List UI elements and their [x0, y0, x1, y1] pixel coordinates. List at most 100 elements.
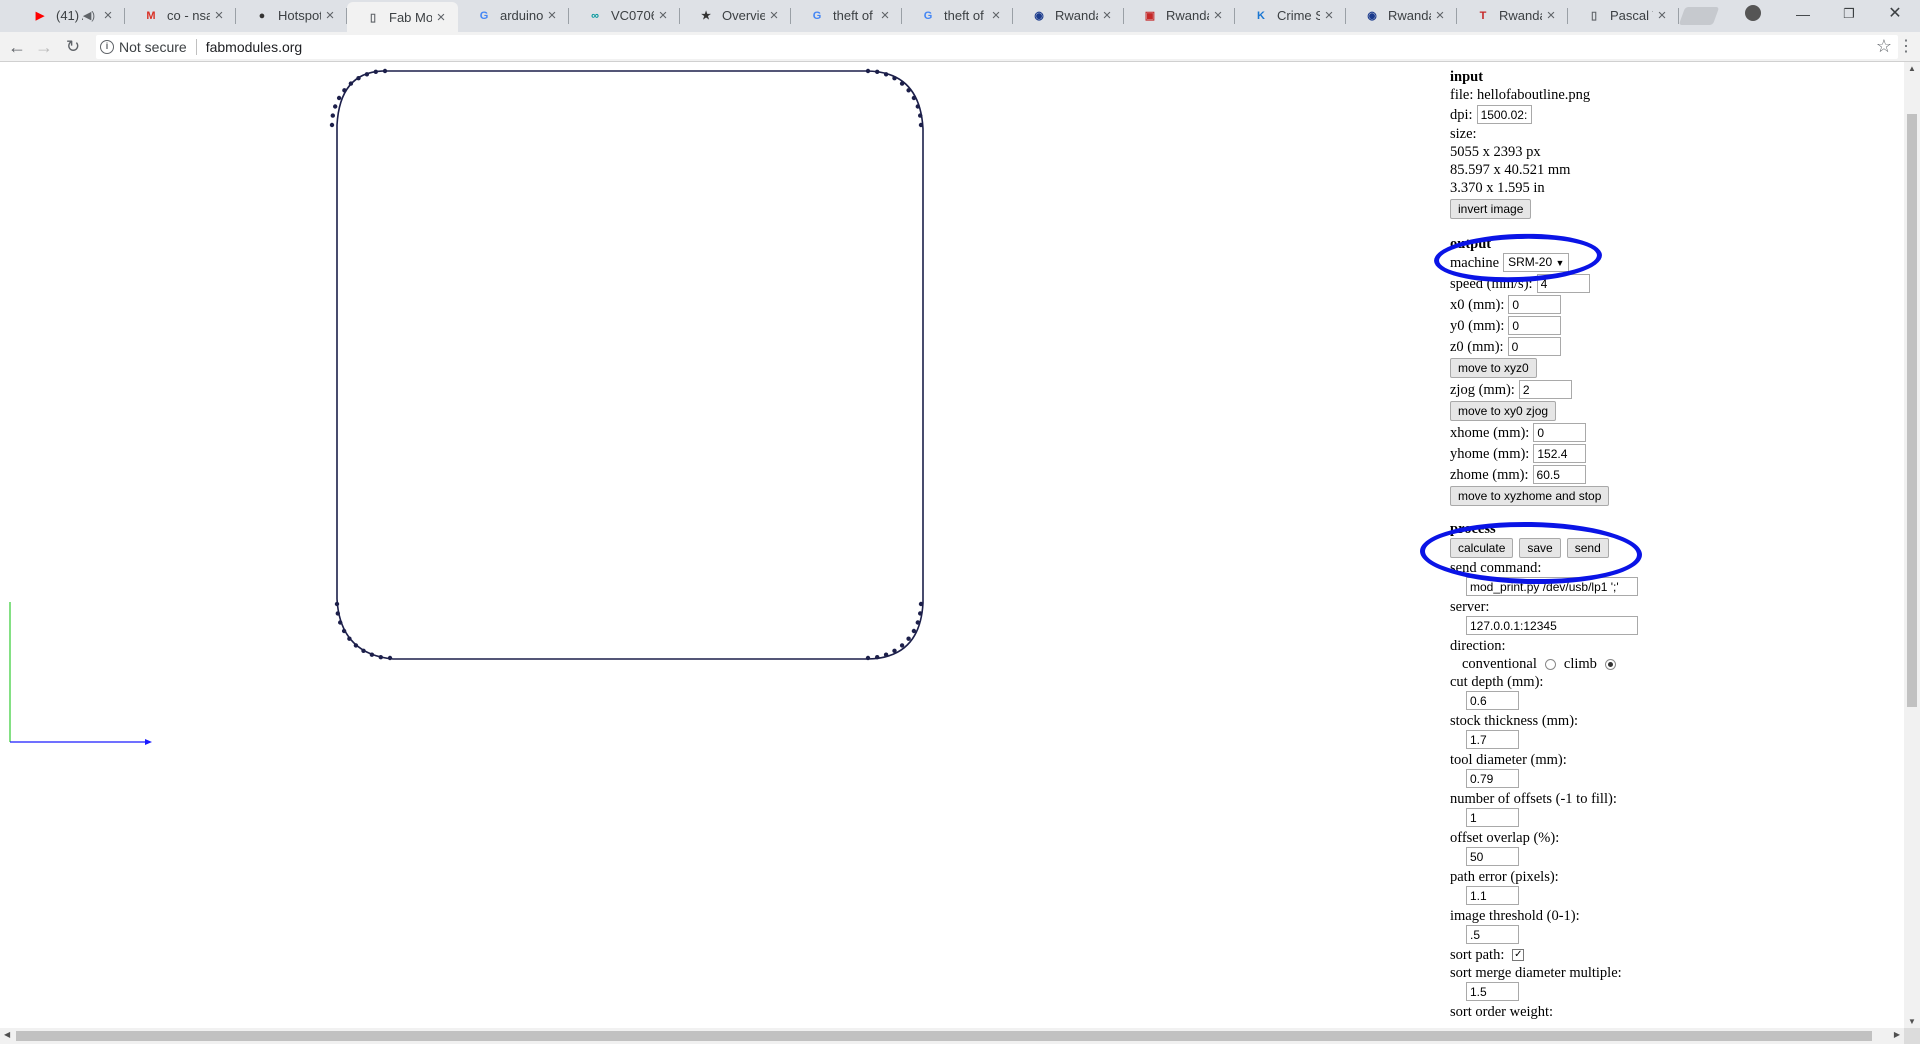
conventional-radio[interactable] [1544, 658, 1556, 670]
path-error-input[interactable] [1466, 886, 1519, 905]
offsets-label: number of offsets (-1 to fill): [1450, 791, 1617, 807]
path-direction-marker [865, 68, 871, 74]
speaker-icon[interactable]: ◀) [83, 9, 95, 22]
scroll-left-icon[interactable]: ◀ [4, 1030, 10, 1039]
browser-tab[interactable]: ▶ (41) A◀) × [14, 0, 125, 31]
sort-merge-label: sort merge diameter multiple: [1450, 965, 1622, 981]
back-button[interactable]: ← [5, 35, 29, 59]
browser-tab[interactable]: Garduino r× [458, 0, 569, 31]
server-input[interactable] [1466, 616, 1638, 635]
calculate-button[interactable]: calculate [1450, 538, 1514, 558]
path-direction-marker [330, 113, 335, 118]
browser-tab[interactable]: ▯ Pascal Tra× [1568, 0, 1679, 31]
path-direction-marker [353, 643, 359, 648]
cut-depth-input[interactable] [1466, 691, 1519, 710]
browser-tab[interactable]: ◉ Rwanda p× [1346, 0, 1457, 31]
browser-tab[interactable]: T Rwanda p× [1457, 0, 1568, 31]
tab-close-icon[interactable]: × [432, 9, 450, 26]
speed-input[interactable] [1536, 274, 1590, 293]
browser-tab[interactable]: K Crime Sta× [1235, 0, 1346, 31]
path-direction-marker [361, 648, 366, 653]
machine-select[interactable]: SRM-20 ▼ [1503, 253, 1570, 272]
tab-close-icon[interactable]: × [210, 7, 228, 24]
threshold-input[interactable] [1466, 925, 1519, 944]
minimize-button[interactable]: — [1780, 0, 1826, 28]
z0-input[interactable] [1507, 337, 1561, 356]
browser-tab[interactable]: ▯ Fab Modu× [347, 2, 458, 32]
vertical-scrollbar[interactable]: ▲ ▼ [1904, 62, 1920, 1028]
machine-row: machine SRM-20 ▼ [1450, 253, 1710, 272]
tab-close-icon[interactable]: × [1542, 7, 1560, 24]
bookmark-star-icon[interactable]: ☆ [1876, 36, 1892, 57]
stock-thickness-input[interactable] [1466, 730, 1519, 749]
direction-label: direction: [1450, 638, 1506, 654]
browser-tab[interactable]: ▣ Rwanda a× [1124, 0, 1235, 31]
browser-tab[interactable]: Gtheft of v× [902, 0, 1013, 31]
zjog-input[interactable] [1518, 380, 1572, 399]
scroll-down-icon[interactable]: ▼ [1904, 1017, 1920, 1026]
climb-label: climb [1563, 656, 1597, 672]
zjog-label: zjog (mm): [1450, 381, 1515, 398]
horizontal-scroll-thumb[interactable] [16, 1031, 1872, 1041]
tab-close-icon[interactable]: × [765, 7, 783, 24]
overlap-input[interactable] [1466, 847, 1519, 866]
tool-diameter-input[interactable] [1466, 769, 1519, 788]
tab-close-icon[interactable]: × [1209, 7, 1227, 24]
sort-merge-input[interactable] [1466, 982, 1519, 1001]
save-button[interactable]: save [1519, 538, 1561, 558]
offsets-input[interactable] [1466, 808, 1519, 827]
maximize-button[interactable]: ❐ [1826, 0, 1872, 28]
browser-tab[interactable]: ● Hotspot × [236, 0, 347, 31]
path-direction-marker [906, 636, 911, 641]
security-label[interactable]: Not secure [119, 39, 187, 55]
x0-input[interactable] [1508, 295, 1562, 314]
yhome-input[interactable] [1533, 444, 1587, 463]
scroll-up-icon[interactable]: ▲ [1904, 64, 1920, 73]
path-direction-marker [378, 655, 383, 660]
profile-icon[interactable] [1745, 5, 1761, 21]
url-text[interactable]: fabmodules.org [206, 39, 303, 55]
send-button[interactable]: send [1566, 538, 1609, 558]
move-to-xyz0-button[interactable]: move to xyz0 [1450, 358, 1537, 378]
direction-row: conventional climb [1450, 655, 1710, 673]
tool-diameter-label: tool diameter (mm): [1450, 752, 1567, 768]
star-icon: ★ [701, 10, 711, 22]
tab-close-icon[interactable]: × [987, 7, 1005, 24]
send-command-input[interactable] [1466, 577, 1638, 596]
dpi-input[interactable] [1476, 105, 1532, 124]
tab-close-icon[interactable]: × [99, 7, 117, 24]
tab-close-icon[interactable]: × [1653, 7, 1671, 24]
info-icon[interactable]: i [100, 40, 114, 54]
address-bar[interactable]: i Not secure fabmodules.org ☆ [96, 35, 1898, 59]
tab-close-icon[interactable]: × [876, 7, 894, 24]
browser-tab[interactable]: ★ Overview× [680, 0, 791, 31]
tab-close-icon[interactable]: × [1320, 7, 1338, 24]
browser-tab[interactable]: ∞ VC0706 C× [569, 0, 680, 31]
tab-close-icon[interactable]: × [654, 7, 672, 24]
move-to-xyzhome-button[interactable]: move to xyzhome and stop [1450, 486, 1610, 506]
tab-close-icon[interactable]: × [1098, 7, 1116, 24]
scroll-right-icon[interactable]: ▶ [1894, 1030, 1900, 1039]
browser-menu-icon[interactable]: ⋮ [1898, 36, 1914, 58]
move-to-xy0-zjog-button[interactable]: move to xy0 zjog [1450, 401, 1557, 421]
seal-icon: ◉ [1034, 10, 1044, 22]
tab-close-icon[interactable]: × [1431, 7, 1449, 24]
zhome-input[interactable] [1532, 465, 1586, 484]
reload-button[interactable]: ↻ [61, 35, 85, 59]
window-close-button[interactable]: ✕ [1872, 0, 1918, 28]
invert-image-button[interactable]: invert image [1450, 199, 1532, 219]
browser-tab[interactable]: Gtheft of v× [791, 0, 902, 31]
sort-path-checkbox[interactable]: ✓ [1512, 949, 1525, 961]
forward-button[interactable]: → [32, 35, 56, 59]
browser-tab[interactable]: Mco - nsab× [125, 0, 236, 31]
tab-close-icon[interactable]: × [321, 7, 339, 24]
climb-radio[interactable] [1604, 658, 1616, 670]
xhome-input[interactable] [1533, 423, 1587, 442]
new-tab-button[interactable] [1678, 7, 1720, 25]
vertical-scroll-thumb[interactable] [1907, 114, 1917, 707]
y0-input[interactable] [1508, 316, 1562, 335]
youtube-icon: ▶ [35, 10, 45, 22]
tab-close-icon[interactable]: × [543, 7, 561, 24]
browser-tab[interactable]: ◉ Rwanda c× [1013, 0, 1124, 31]
horizontal-scrollbar[interactable]: ◀ ▶ [0, 1028, 1904, 1044]
